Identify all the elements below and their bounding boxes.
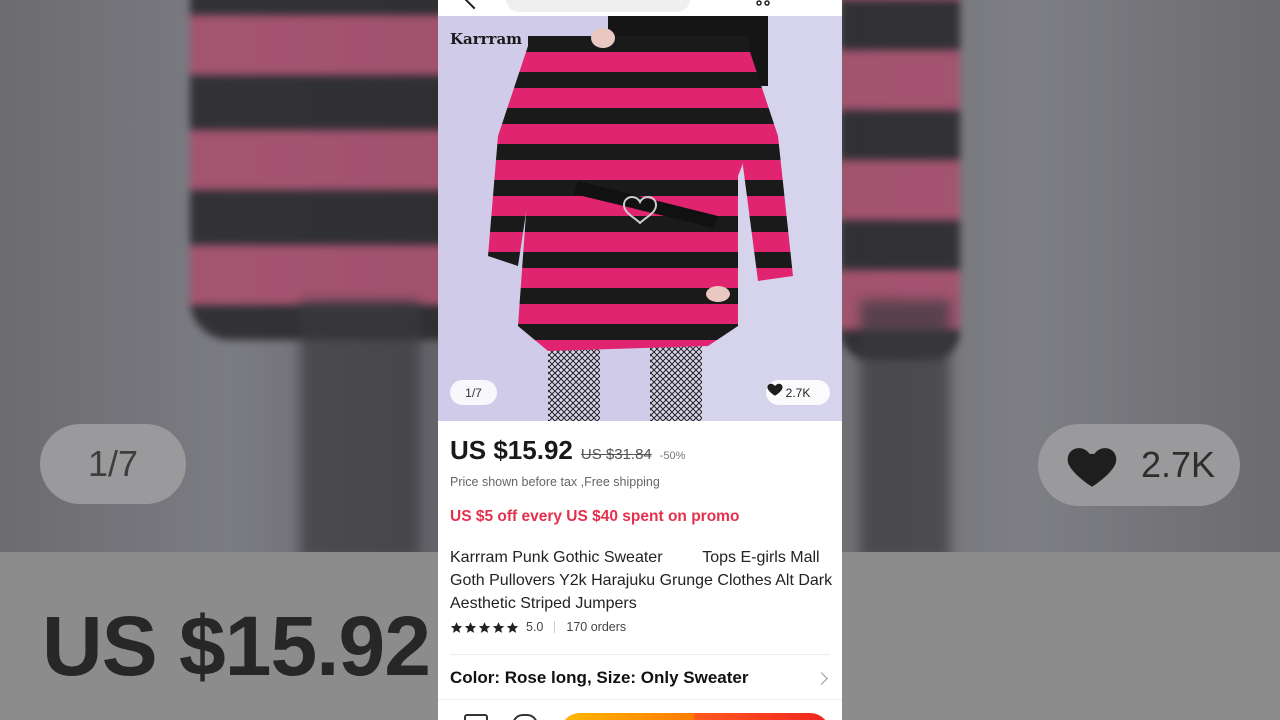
rating-row[interactable]: 5.0 170 orders bbox=[450, 620, 626, 634]
product-photo-illustration bbox=[438, 16, 842, 421]
phone-screen: Karrram 1/7 2.7K US $15.92 US $31.84 -50… bbox=[438, 0, 842, 720]
tax-note: Price shown before tax ,Free shipping bbox=[450, 475, 660, 489]
back-arrow-icon[interactable] bbox=[462, 0, 486, 10]
heart-icon bbox=[767, 383, 783, 396]
store-icon[interactable] bbox=[464, 714, 488, 720]
likes-count: 2.7K bbox=[785, 385, 811, 400]
heart-icon bbox=[1067, 448, 1117, 487]
image-counter: 1/7 bbox=[450, 380, 497, 405]
backdrop-price: US $15.92 bbox=[42, 599, 431, 693]
buy-now-button[interactable] bbox=[694, 713, 830, 720]
variant-selector[interactable]: Color: Rose long, Size: Only Sweater bbox=[450, 668, 830, 688]
bottom-action-bar bbox=[438, 710, 842, 720]
orders-count: 170 orders bbox=[566, 620, 627, 634]
discount-badge: -50% bbox=[659, 450, 686, 462]
backdrop-likes: 2.7K bbox=[1038, 424, 1240, 506]
search-bar[interactable] bbox=[506, 0, 690, 12]
star-icon bbox=[492, 621, 505, 633]
top-bar bbox=[438, 0, 842, 16]
price-row: US $15.92 US $31.84 -50% bbox=[450, 435, 685, 466]
backdrop-image-counter: 1/7 bbox=[40, 424, 186, 504]
chevron-right-icon bbox=[815, 671, 828, 685]
rating-separator bbox=[554, 621, 556, 633]
star-icon bbox=[464, 621, 477, 633]
chat-icon[interactable] bbox=[512, 714, 538, 720]
rating-stars bbox=[450, 621, 519, 634]
product-title: Karrram Punk Gothic Sweater Tops E-girls… bbox=[450, 549, 836, 612]
cart-icon[interactable] bbox=[754, 0, 772, 6]
divider bbox=[438, 699, 842, 700]
rating-value: 5.0 bbox=[526, 620, 544, 634]
add-to-cart-button[interactable] bbox=[560, 713, 696, 720]
original-price: US $31.84 bbox=[580, 446, 652, 463]
backdrop-legs-right bbox=[860, 300, 950, 560]
variant-label: Color: Rose long, Size: Only Sweater bbox=[450, 668, 749, 687]
divider bbox=[450, 654, 830, 655]
current-price: US $15.92 bbox=[450, 435, 573, 465]
backdrop-sweater-left bbox=[190, 0, 480, 340]
star-icon bbox=[506, 621, 519, 633]
promo-text[interactable]: US $5 off every US $40 spent on promo bbox=[450, 508, 739, 526]
star-icon bbox=[450, 621, 463, 633]
backdrop-legs-left bbox=[300, 300, 420, 560]
star-icon bbox=[478, 621, 491, 633]
brand-watermark: Karrram bbox=[450, 30, 523, 48]
backdrop-likes-count: 2.7K bbox=[1140, 444, 1216, 485]
wishlist-button[interactable]: 2.7K bbox=[766, 380, 830, 405]
product-image[interactable]: Karrram 1/7 2.7K bbox=[438, 16, 842, 421]
